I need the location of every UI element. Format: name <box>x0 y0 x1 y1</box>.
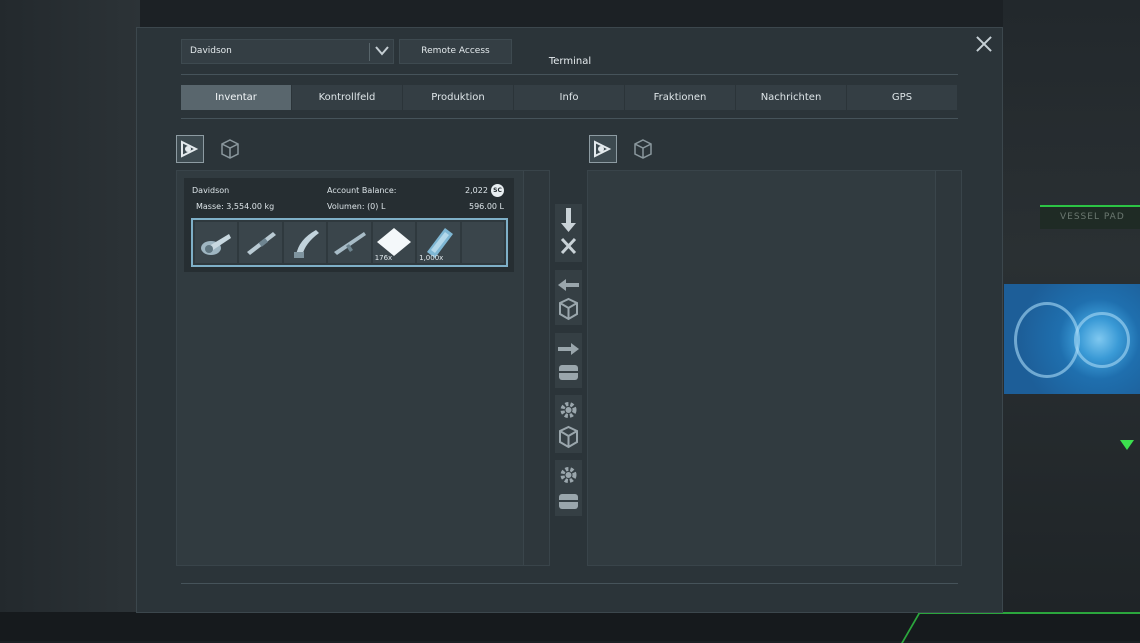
balance-label: Account Balance: <box>327 186 397 195</box>
inventory-slot[interactable]: 1,000x <box>417 222 460 263</box>
volume-label: Volumen: (0) L <box>327 202 386 211</box>
auto-sort-blocks-button[interactable] <box>555 395 582 453</box>
close-button[interactable] <box>974 34 994 54</box>
owner-dropdown-value: Davidson <box>190 46 232 56</box>
character-icon <box>181 140 199 158</box>
cube-icon <box>634 139 652 159</box>
tab-gps[interactable]: GPS <box>847 85 958 110</box>
arrow-left-icon <box>558 279 579 291</box>
divider <box>181 583 958 584</box>
arrow-down-icon <box>561 208 576 232</box>
divider <box>181 74 958 75</box>
rifle-icon <box>334 232 367 255</box>
filter-character-button-right[interactable] <box>589 135 617 163</box>
filter-character-button[interactable] <box>176 135 204 163</box>
balance-value: 2,022 <box>465 186 488 195</box>
background-top <box>0 0 1140 30</box>
right-scrollbar[interactable] <box>935 171 961 565</box>
auto-sort-container-button[interactable] <box>555 460 582 516</box>
close-icon <box>560 237 577 255</box>
inventory-slot[interactable]: 176x <box>372 222 416 263</box>
right-inventory-panel <box>587 170 962 566</box>
screen-ring <box>1014 302 1080 378</box>
drill-icon <box>293 230 319 258</box>
divider <box>181 118 958 119</box>
slot-count: 1,000x <box>419 254 444 262</box>
inventory-grid: 176x 1,000x <box>191 218 508 267</box>
tab-info[interactable]: Info <box>514 85 625 110</box>
container-icon <box>559 494 578 509</box>
filter-blocks-button[interactable] <box>216 135 244 163</box>
cube-icon <box>559 297 578 321</box>
owner-dropdown[interactable]: Davidson <box>181 39 394 64</box>
inventory-slot[interactable] <box>239 222 282 263</box>
space-credit-icon: SC <box>491 184 504 197</box>
tab-inventar[interactable]: Inventar <box>181 85 292 110</box>
inventory-slot[interactable] <box>283 222 327 263</box>
gear-icon <box>560 467 577 483</box>
chevron-down-icon[interactable] <box>375 43 389 57</box>
welder-icon <box>247 232 277 255</box>
slot-count: 176x <box>374 254 393 262</box>
cube-icon <box>221 139 239 159</box>
inventory-slot[interactable] <box>195 222 238 263</box>
inventory-slot[interactable] <box>328 222 371 263</box>
background-light-strip <box>901 612 1140 643</box>
dropdown-separator <box>369 43 370 61</box>
background-sign-text: VESSEL PAD <box>1060 212 1125 222</box>
screen-ring <box>1074 312 1130 368</box>
gear-icon <box>560 402 577 418</box>
mass-label: Masse: 3,554.00 kg <box>196 202 275 211</box>
transfer-down-button[interactable] <box>555 204 582 262</box>
grinder-icon <box>201 234 231 255</box>
tab-bar: Inventar Kontrollfeld Produktion Info Fr… <box>181 85 958 110</box>
tab-nachrichten[interactable]: Nachrichten <box>736 85 847 110</box>
arrow-right-icon <box>558 343 579 355</box>
inventory-owner-name: Davidson <box>192 186 230 195</box>
filter-blocks-button-right[interactable] <box>629 135 657 163</box>
background-left <box>0 0 140 641</box>
transfer-right-container-button[interactable] <box>555 333 582 388</box>
tab-fraktionen[interactable]: Fraktionen <box>625 85 736 110</box>
character-icon <box>594 140 612 158</box>
tab-kontrollfeld[interactable]: Kontrollfeld <box>292 85 403 110</box>
window-title: Terminal <box>548 56 592 67</box>
volume-capacity: 596.00 L <box>469 202 504 211</box>
cube-icon <box>559 425 578 449</box>
transfer-left-blocks-button[interactable] <box>555 270 582 325</box>
inventory-slot-empty[interactable] <box>461 222 504 263</box>
container-icon <box>559 365 578 380</box>
background-sign: VESSEL PAD <box>1040 205 1140 229</box>
remote-access-button[interactable]: Remote Access <box>399 39 512 64</box>
tab-produktion[interactable]: Produktion <box>403 85 514 110</box>
left-scrollbar[interactable] <box>523 171 549 565</box>
background-marker <box>1120 440 1134 450</box>
background-lcd-screen <box>1004 284 1140 394</box>
